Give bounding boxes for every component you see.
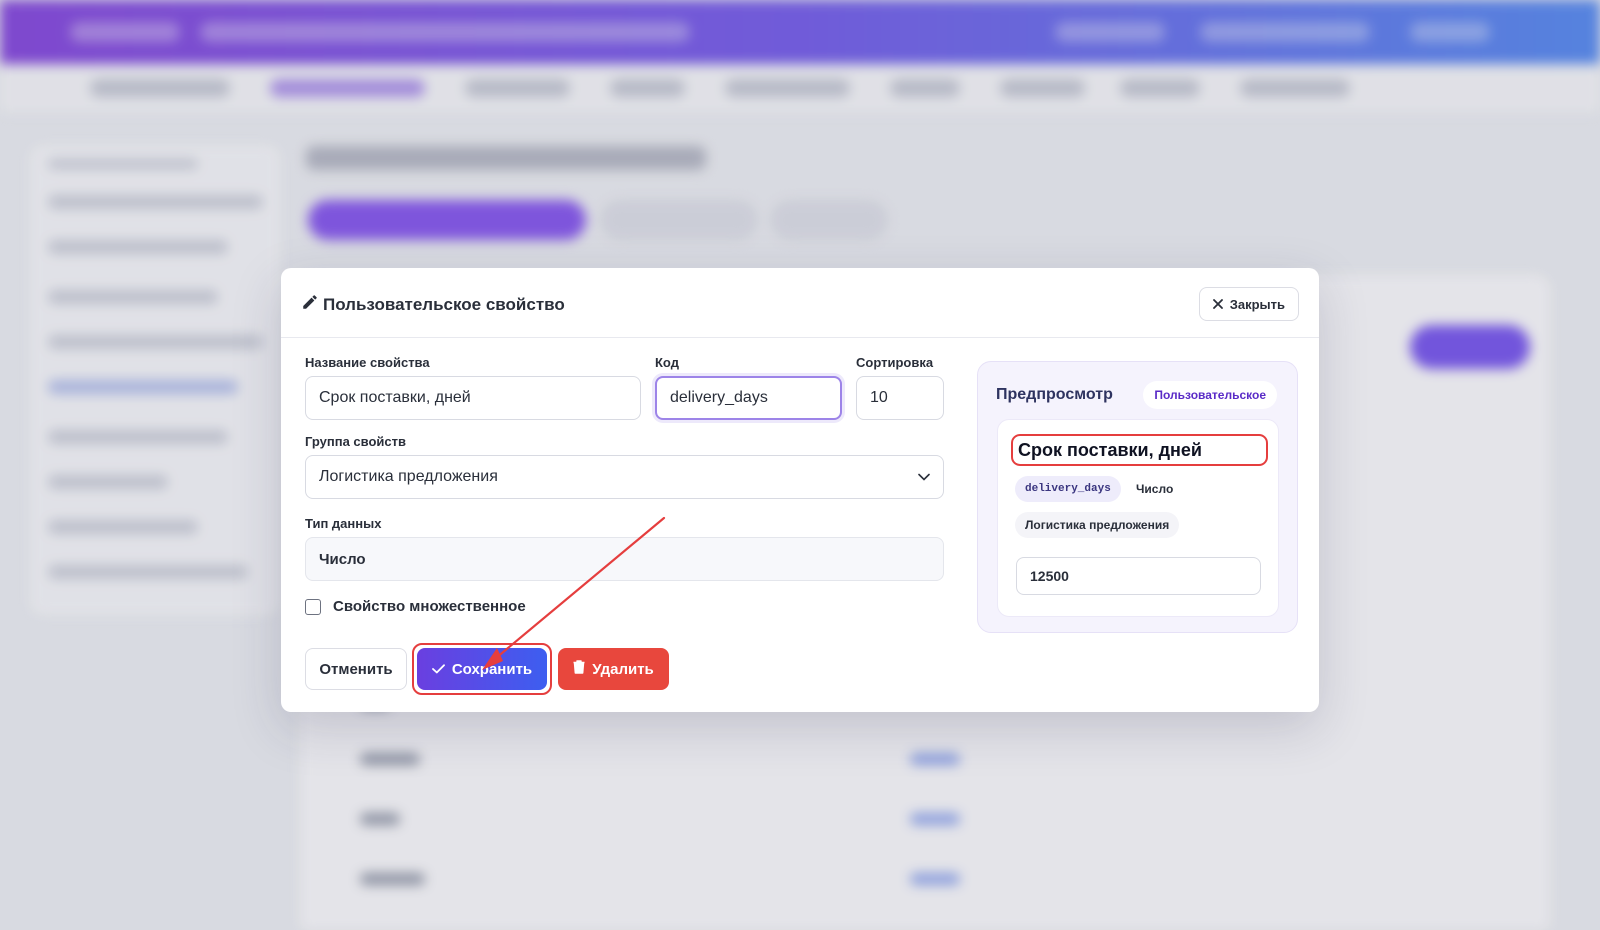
trash-icon	[573, 660, 585, 678]
check-icon	[431, 661, 445, 678]
modal-header: Пользовательское свойство Закрыть	[281, 268, 1319, 338]
type-label: Тип данных	[305, 516, 382, 531]
modal-title-text: Пользовательское свойство	[323, 294, 565, 314]
preview-title: Предпросмотр	[996, 386, 1113, 403]
preview-property-name: Срок поставки, дней	[1011, 434, 1268, 466]
pencil-icon	[301, 293, 319, 316]
close-icon	[1212, 297, 1223, 312]
group-select[interactable]: Логистика предложения	[305, 455, 944, 499]
multiple-checkbox-row[interactable]: Свойство множественное	[305, 598, 526, 615]
preview-type-tag: Число	[1136, 482, 1174, 496]
modal-title: Пользовательское свойство	[301, 293, 565, 316]
multiple-checkbox[interactable]	[305, 598, 321, 615]
type-field: Число	[305, 537, 944, 581]
preview-panel: Предпросмотр Пользовательское Срок поста…	[977, 361, 1298, 633]
save-button[interactable]: Сохранить	[417, 648, 547, 690]
name-input[interactable]: Срок поставки, дней	[305, 376, 641, 420]
property-modal: Пользовательское свойство Закрыть Назван…	[281, 268, 1319, 712]
preview-sample-input: 12500	[1016, 557, 1261, 595]
sort-input[interactable]: 10	[856, 376, 944, 420]
preview-group-tag: Логистика предложения	[1015, 512, 1180, 538]
preview-code-tag: delivery_days	[1015, 476, 1121, 502]
delete-button-label: Удалить	[592, 660, 654, 678]
chevron-down-icon	[918, 468, 930, 486]
close-button[interactable]: Закрыть	[1198, 287, 1299, 321]
group-select-value: Логистика предложения	[319, 468, 498, 485]
cancel-button[interactable]: Отменить	[305, 648, 407, 690]
sort-label: Сортировка	[856, 355, 934, 370]
name-label: Название свойства	[305, 355, 430, 370]
group-label: Группа свойств	[305, 434, 406, 449]
preview-card: Срок поставки, дней delivery_days Число …	[997, 419, 1279, 617]
preview-badge: Пользовательское	[1143, 381, 1277, 409]
code-input[interactable]: delivery_days	[655, 376, 842, 420]
save-button-label: Сохранить	[451, 660, 533, 678]
code-label: Код	[655, 355, 679, 370]
close-button-label: Закрыть	[1229, 296, 1285, 312]
multiple-checkbox-label: Свойство множественное	[333, 598, 526, 615]
delete-button[interactable]: Удалить	[558, 648, 669, 690]
